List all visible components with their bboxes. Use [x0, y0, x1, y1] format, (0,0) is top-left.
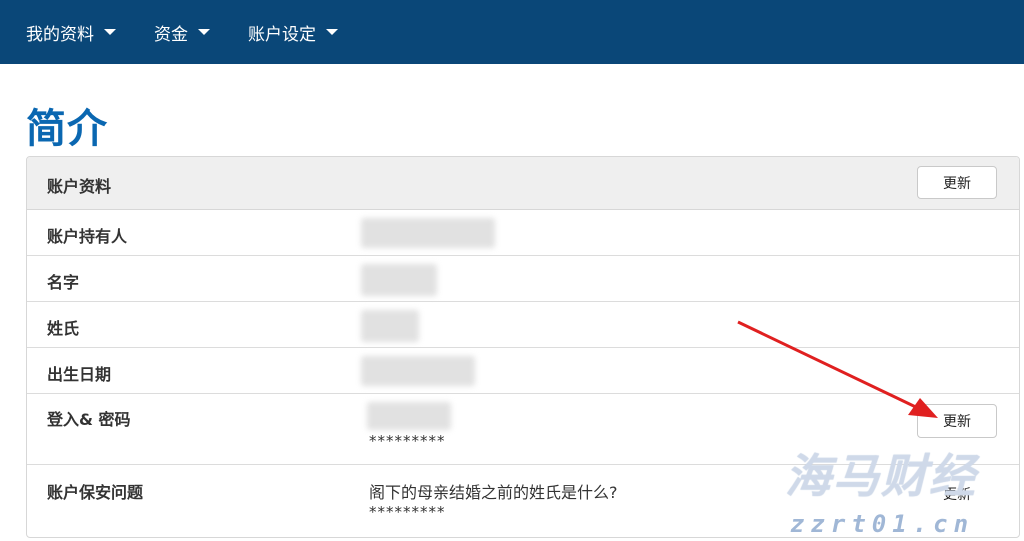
row-label: 名字 [47, 273, 80, 292]
row-label: 出生日期 [47, 365, 112, 384]
row-label: 姓氏 [47, 319, 80, 338]
nav-label: 我的资料 [26, 24, 94, 45]
row-last-name: 姓氏 [27, 302, 1019, 348]
row-label: 账户持有人 [47, 227, 128, 246]
nav-my-profile[interactable]: 我的资料 [26, 0, 116, 64]
row-birth-date: 出生日期 [27, 348, 1019, 394]
row-label: 登入& 密码 [47, 410, 131, 429]
row-label: 账户保安问题 [47, 483, 144, 502]
masked-answer: ********* [369, 503, 446, 521]
redacted-value [361, 218, 495, 248]
redacted-value [367, 402, 451, 430]
top-nav: 我的资料 资金 账户设定 [0, 0, 1024, 64]
panel-header: 账户资料 更新 [27, 157, 1019, 210]
redacted-value [361, 356, 475, 386]
row-account-holder: 账户持有人 [27, 210, 1019, 256]
panel-title: 账户资料 [47, 177, 112, 196]
nav-account-settings[interactable]: 账户设定 [248, 0, 338, 64]
security-question-text: 阁下的母亲结婚之前的姓氏是什么? [369, 483, 618, 502]
update-login-password-button[interactable]: 更新 [917, 404, 997, 438]
masked-password: ********* [369, 432, 446, 450]
row-first-name: 名字 [27, 256, 1019, 302]
caret-down-icon [326, 29, 338, 35]
redacted-value [361, 310, 419, 342]
watermark-url: zzrt01.cn [790, 510, 975, 538]
nav-label: 账户设定 [248, 24, 316, 45]
caret-down-icon [198, 29, 210, 35]
update-account-info-button[interactable]: 更新 [917, 166, 997, 199]
caret-down-icon [104, 29, 116, 35]
page-title: 简介 [26, 106, 108, 152]
watermark-logo: 海马财经 [785, 449, 977, 503]
redacted-value [361, 264, 437, 296]
nav-funds[interactable]: 资金 [154, 0, 210, 64]
nav-label: 资金 [154, 24, 188, 45]
